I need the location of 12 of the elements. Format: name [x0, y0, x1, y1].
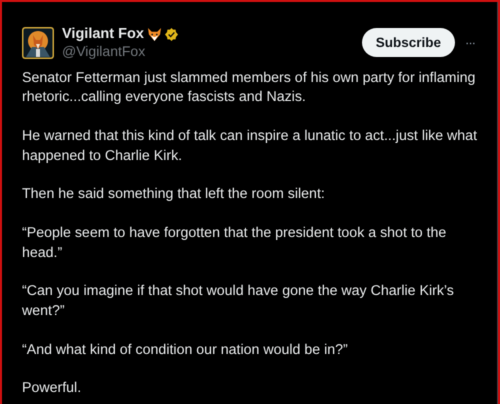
fox-icon	[146, 28, 162, 40]
post-paragraph: Senator Fetterman just slammed members of his own party for inflaming rhetoric...calling everyone fascists and Nazis.	[22, 69, 476, 108]
post-paragraph: “And what kind of condition our nation would be in?”	[22, 340, 349, 360]
post-paragraph: “People seem to have forgotten that the president took a shot to the head.”	[22, 224, 448, 263]
post-paragraph: Powerful.	[22, 379, 82, 398]
post-paragraph: Then he said something that left the room silent:	[22, 185, 326, 204]
author-name[interactable]: Vigilant Fox	[62, 26, 144, 42]
subscribe-button[interactable]: Subscribe	[362, 28, 455, 57]
post-paragraph: “Can you imagine if that shot would have gone the way Charlie Kirk’s went?”	[22, 282, 455, 321]
post-paragraph: He warned that this kind of talk can inspire a lunatic to act...just like what happened to Charlie Kirk.	[22, 127, 478, 166]
more-button[interactable]: ···	[459, 35, 481, 50]
author-handle[interactable]: @VigilantFox	[62, 43, 362, 59]
